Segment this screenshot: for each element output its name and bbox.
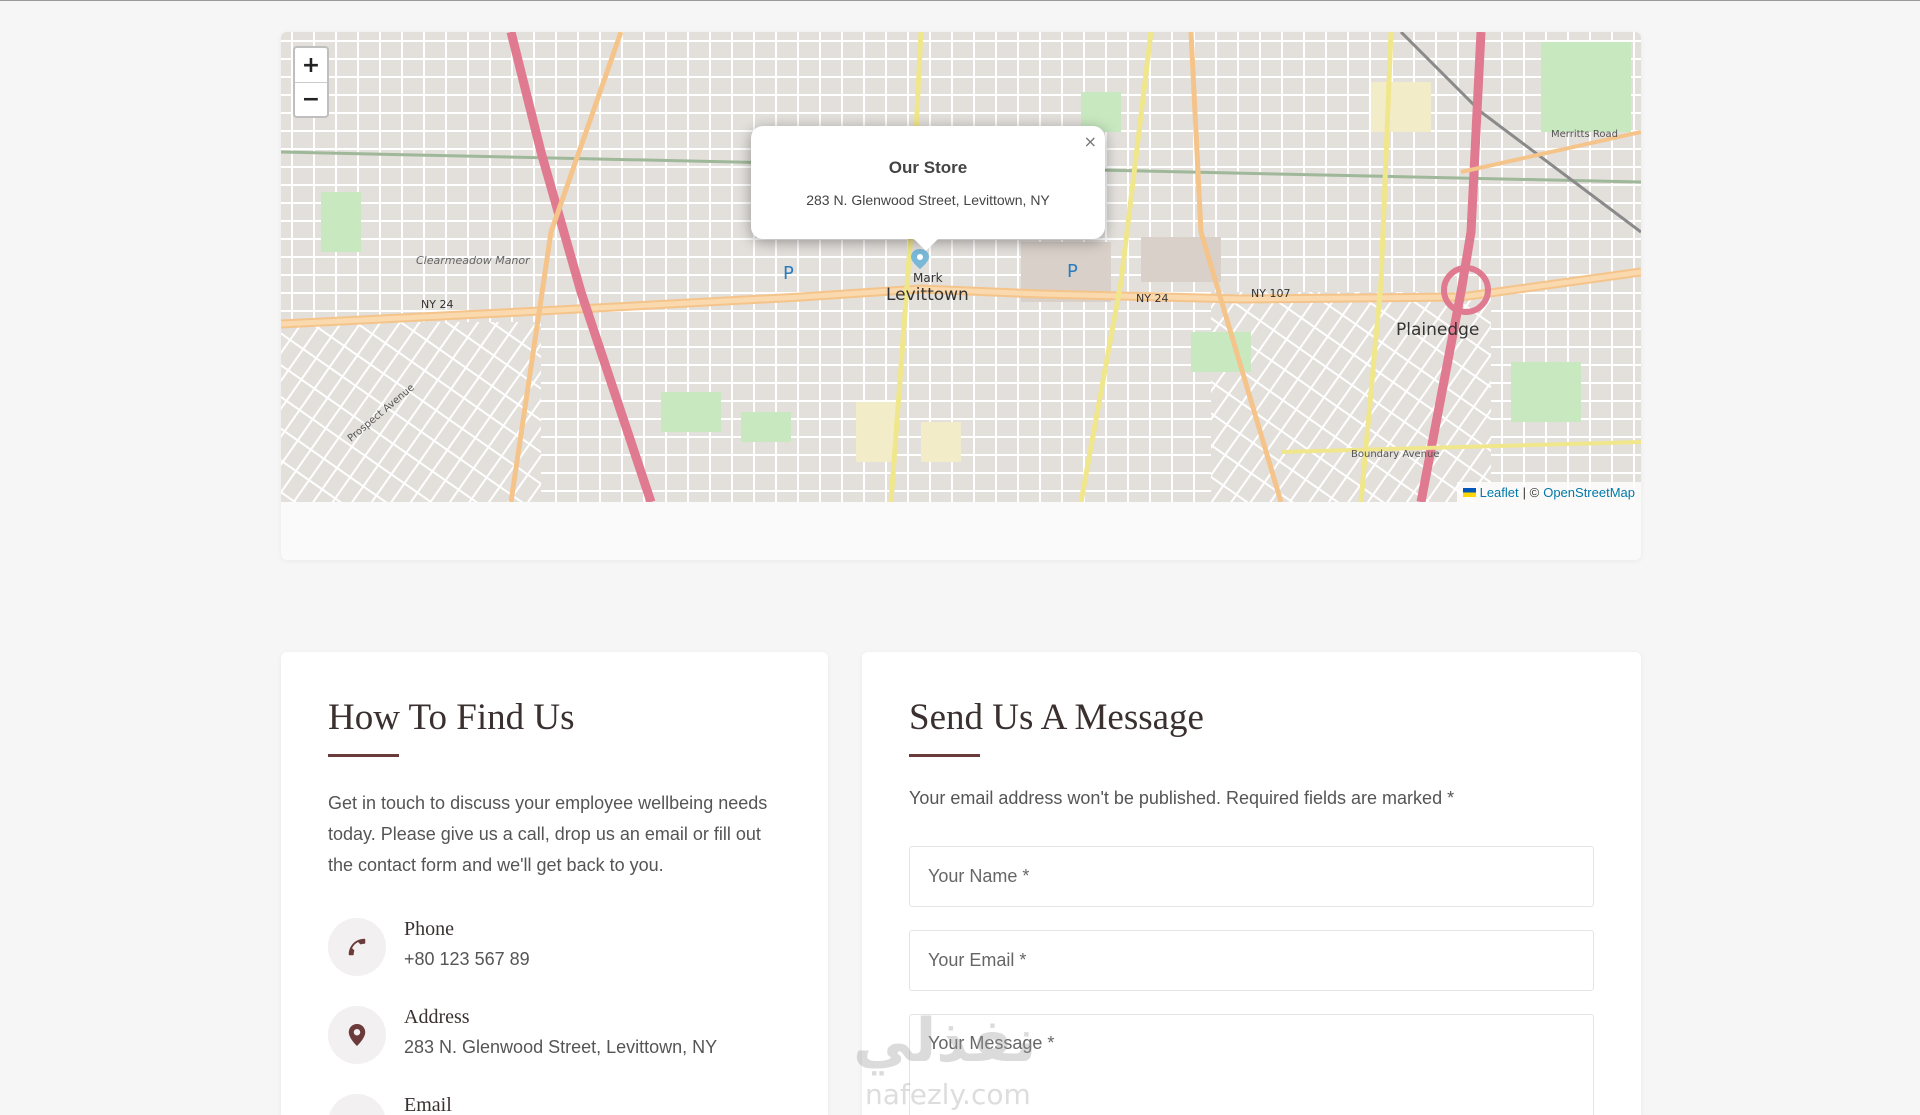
message-textarea[interactable] <box>909 1014 1594 1115</box>
email-label: Email <box>404 1094 452 1115</box>
address-value: 283 N. Glenwood Street, Levittown, NY <box>404 1037 718 1057</box>
svg-text:P: P <box>783 263 794 284</box>
title-underline <box>909 754 980 757</box>
phone-label: Phone <box>404 918 454 940</box>
name-input[interactable] <box>909 846 1594 907</box>
map-label-ny24-a: NY 24 <box>421 298 453 311</box>
envelope-icon <box>328 1094 386 1115</box>
message-title: Send Us A Message <box>909 697 1204 738</box>
map-label-ny24-b: NY 24 <box>1136 292 1168 305</box>
location-pin-icon <box>328 1006 386 1064</box>
store-popup: × Our Store 283 N. Glenwood Street, Levi… <box>751 126 1105 251</box>
map-label-merritts: Merritts Road <box>1551 129 1618 140</box>
map-marker-icon[interactable] <box>911 249 929 269</box>
map-label-plainedge: Plainedge <box>1396 320 1479 340</box>
address-label: Address <box>404 1006 470 1028</box>
zoom-out-button[interactable]: − <box>295 82 327 116</box>
address-info: Address 283 N. Glenwood Street, Levittow… <box>328 1006 717 1064</box>
map-label-marker: Mark <box>913 271 943 285</box>
phone-value[interactable]: +80 123 567 89 <box>404 949 530 970</box>
phone-info: Phone +80 123 567 89 <box>328 918 530 976</box>
map-attribution: Leaflet | © OpenStreetMap <box>1456 482 1641 502</box>
ukraine-flag-icon <box>1462 487 1476 497</box>
store-map[interactable]: P P Levittown Plainedge NY 24 NY 24 NY 1… <box>281 32 1641 502</box>
map-label-levittown: Levittown <box>886 285 969 305</box>
title-underline <box>328 754 399 757</box>
email-input[interactable] <box>909 930 1594 991</box>
zoom-in-button[interactable]: + <box>295 48 327 82</box>
map-card: P P Levittown Plainedge NY 24 NY 24 NY 1… <box>281 32 1641 560</box>
map-tiles[interactable]: P P Levittown Plainedge NY 24 NY 24 NY 1… <box>281 32 1641 502</box>
find-us-card: How To Find Us Get in touch to discuss y… <box>281 652 828 1115</box>
phone-icon <box>328 918 386 976</box>
svg-text:P: P <box>1067 261 1078 282</box>
find-us-intro: Get in touch to discuss your employee we… <box>328 793 768 875</box>
email-info: Email <box>328 1094 452 1115</box>
popup-close-button[interactable]: × <box>1084 132 1097 151</box>
attribution-separator: | © <box>1522 484 1540 500</box>
required-fields-note: Your email address won't be published. R… <box>909 788 1455 808</box>
openstreetmap-link[interactable]: OpenStreetMap <box>1543 485 1635 500</box>
find-us-title: How To Find Us <box>328 697 575 738</box>
map-label-clearmeadow: Clearmeadow Manor <box>416 254 531 267</box>
popup-address: 283 N. Glenwood Street, Levittown, NY <box>806 192 1050 208</box>
leaflet-link[interactable]: Leaflet <box>1480 485 1519 500</box>
map-label-boundary: Boundary Avenue <box>1351 449 1440 460</box>
message-card: Send Us A Message Your email address won… <box>862 652 1641 1115</box>
map-label-ny107: NY 107 <box>1251 287 1290 300</box>
popup-title: Our Store <box>888 158 968 177</box>
zoom-control: + − <box>293 46 329 118</box>
